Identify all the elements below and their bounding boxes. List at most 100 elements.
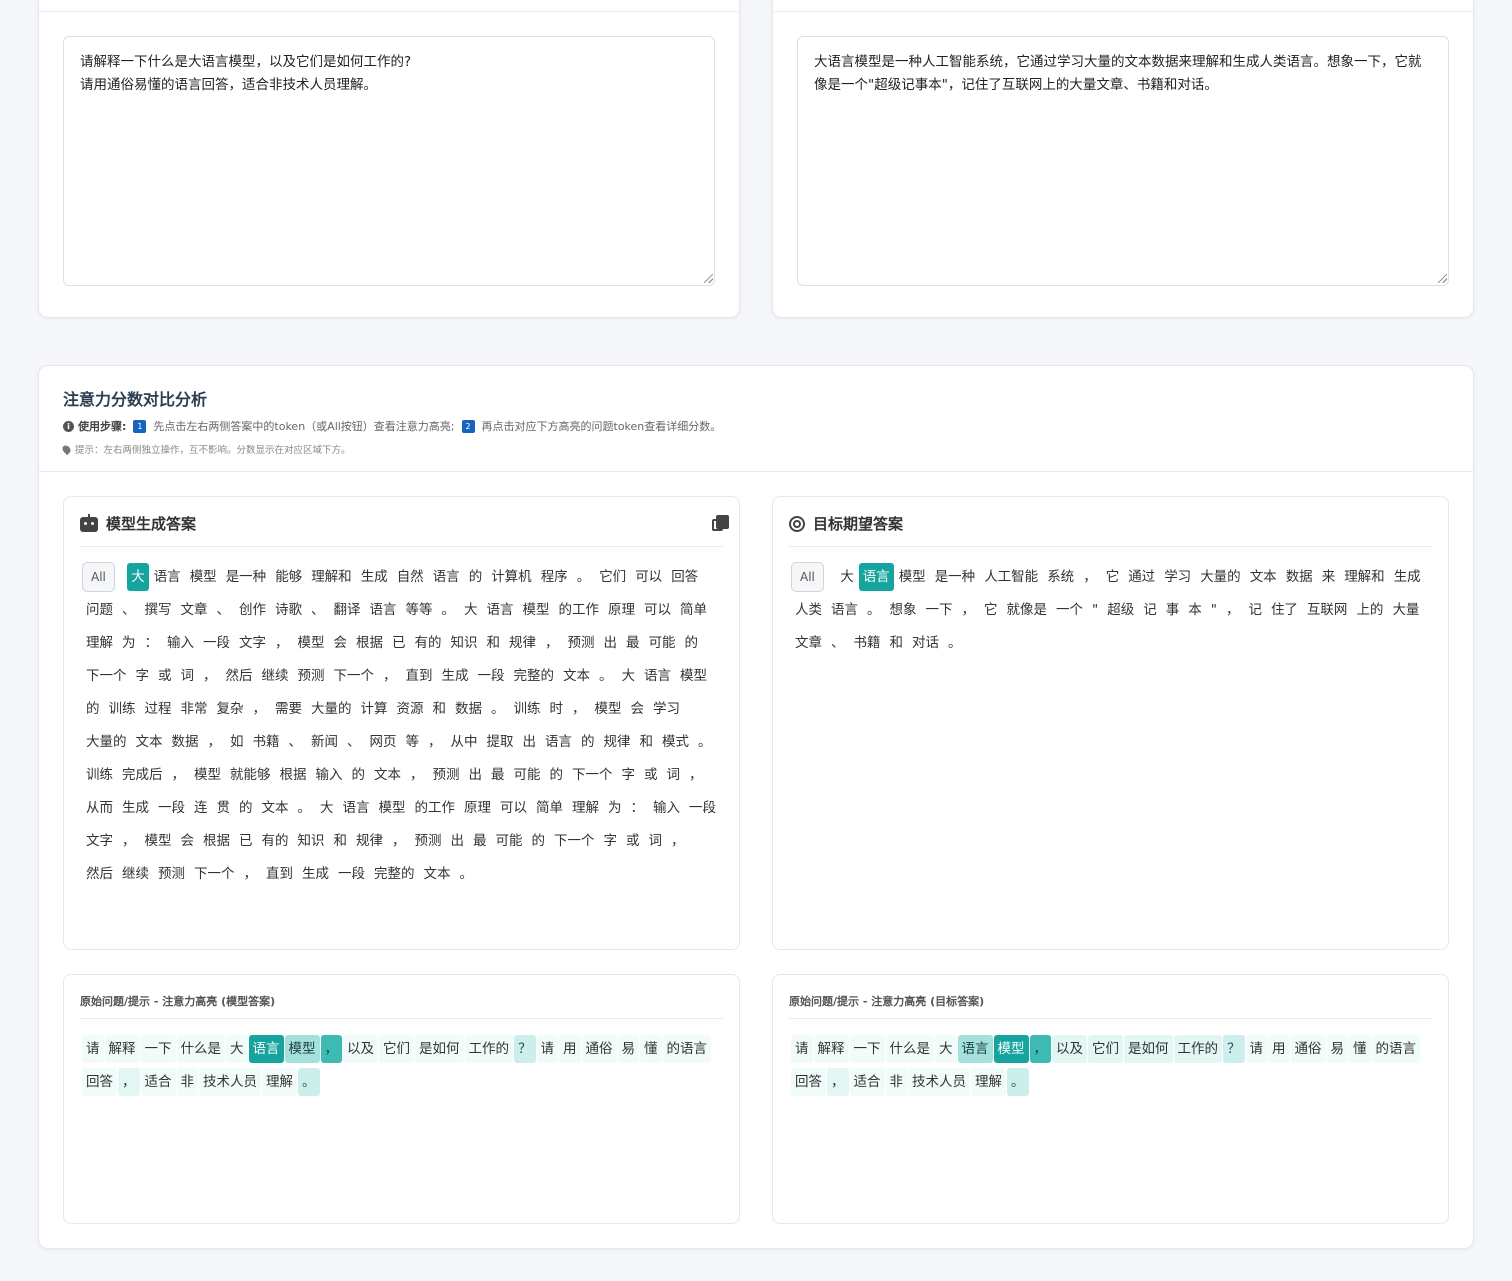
answer-token[interactable]: 理解和 — [1340, 563, 1389, 591]
answer-token[interactable]: 、 — [213, 596, 235, 624]
answer-token[interactable]: 从而 — [82, 794, 117, 822]
answer-token[interactable]: 模型 — [676, 662, 711, 690]
answer-token[interactable]: 书籍 — [249, 728, 284, 756]
answer-token[interactable]: 最 — [487, 761, 509, 789]
prompt-token[interactable]: 非 — [176, 1068, 198, 1096]
prompt-token[interactable]: 的语言 — [662, 1035, 711, 1063]
answer-token[interactable]: 会 — [627, 695, 649, 723]
answer-token[interactable]: 简单 — [532, 794, 567, 822]
answer-token[interactable]: 规律 — [352, 827, 387, 855]
prompt-token[interactable]: 什么是 — [176, 1035, 225, 1063]
answer-token[interactable]: 生成 — [357, 563, 392, 591]
prompt-token[interactable]: ， — [118, 1068, 140, 1096]
answer-token[interactable]: 复杂 — [213, 695, 248, 723]
answer-token[interactable]: 已 — [388, 629, 410, 657]
prompt-token[interactable]: 理解 — [262, 1068, 297, 1096]
answer-token[interactable]: 下一个 — [550, 827, 599, 855]
prompt-token[interactable]: 语言 — [248, 1035, 284, 1063]
answer-token[interactable]: 创作 — [235, 596, 270, 624]
answer-token[interactable]: 、 — [118, 596, 140, 624]
answer-token[interactable]: 根据 — [276, 761, 311, 789]
answer-token[interactable]: 和 — [886, 629, 908, 657]
answer-token[interactable]: 文本 — [420, 860, 455, 888]
answer-token[interactable]: 对话 — [908, 629, 943, 657]
answer-token[interactable]: 一段 — [474, 662, 509, 690]
answer-token[interactable]: 文本 — [370, 761, 405, 789]
prompt-token[interactable]: 懂 — [640, 1035, 662, 1063]
prompt-token[interactable]: 用 — [559, 1035, 581, 1063]
prompt-token[interactable]: 。 — [298, 1068, 320, 1096]
answer-token[interactable]: 继续 — [258, 662, 293, 690]
answer-token[interactable]: 理解 — [568, 794, 603, 822]
prompt-token[interactable]: ， — [827, 1068, 849, 1096]
answer-token[interactable]: 文章 — [791, 629, 826, 657]
answer-token[interactable]: 系统 — [1043, 563, 1078, 591]
answer-token[interactable]: ， — [685, 761, 707, 789]
answer-token[interactable]: 它们 — [595, 563, 630, 591]
answer-token[interactable]: 和 — [429, 695, 451, 723]
answer-token[interactable]: 非常 — [177, 695, 212, 723]
prompt-token[interactable]: 用 — [1268, 1035, 1290, 1063]
answer-token[interactable]: 输入 — [163, 629, 198, 657]
answer-token[interactable]: 的工作 — [555, 596, 604, 624]
prompt-token[interactable]: ， — [1029, 1035, 1051, 1063]
answer-token[interactable]: 语言 — [150, 563, 185, 591]
answer-token[interactable]: 的工作 — [411, 794, 460, 822]
answer-token[interactable]: 贯 — [213, 794, 235, 822]
answer-token[interactable]: 为 — [604, 794, 626, 822]
prompt-token[interactable]: ？ — [514, 1035, 536, 1063]
answer-token[interactable]: 是一种 — [222, 563, 271, 591]
answer-token[interactable]: 文字 — [82, 827, 117, 855]
answer-token[interactable]: 数据 — [1282, 563, 1317, 591]
prompt-token[interactable]: 解释 — [813, 1035, 849, 1063]
answer-token[interactable]: 一段 — [154, 794, 189, 822]
prompt-token[interactable]: 大 — [935, 1035, 957, 1063]
answer-token[interactable]: 模型 — [591, 695, 626, 723]
answer-token[interactable]: 可能 — [510, 761, 545, 789]
resize-handle-icon[interactable] — [1438, 274, 1447, 283]
answer-token[interactable]: 简单 — [676, 596, 711, 624]
answer-token[interactable]: 模型 — [519, 596, 554, 624]
answer-token[interactable]: 。 — [573, 563, 595, 591]
answer-token[interactable]: 语言 — [858, 563, 894, 591]
answer-token[interactable]: 语言 — [366, 596, 401, 624]
answer-token[interactable]: ， — [1079, 563, 1101, 591]
answer-token[interactable]: 模型 — [294, 629, 329, 657]
answer-token[interactable]: 一个 — [1052, 596, 1087, 624]
answer-token[interactable]: 预测 — [411, 827, 446, 855]
prompt-token[interactable]: 它们 — [379, 1035, 414, 1063]
answer-token[interactable]: 是一种 — [931, 563, 980, 591]
answer-token[interactable]: 输入 — [312, 761, 347, 789]
prompt-token[interactable]: 通俗 — [581, 1035, 617, 1063]
answer-token[interactable]: ， — [271, 629, 293, 657]
answer-token[interactable]: 文字 — [235, 629, 270, 657]
prompt-token[interactable]: 回答 — [82, 1068, 117, 1096]
answer-token[interactable]: 可以 — [496, 794, 531, 822]
prompt-token[interactable]: 请 — [536, 1035, 558, 1063]
answer-token[interactable]: 计算机 — [487, 563, 536, 591]
answer-token[interactable]: 它 — [1102, 563, 1124, 591]
answer-token[interactable]: 字 — [600, 827, 622, 855]
answer-token[interactable]: 它 — [980, 596, 1002, 624]
answer-token[interactable]: 大 — [316, 794, 338, 822]
prompt-token[interactable]: ， — [320, 1035, 342, 1063]
answer-token[interactable]: 。 — [863, 596, 885, 624]
answer-token[interactable]: 资源 — [393, 695, 428, 723]
answer-token[interactable]: 、 — [285, 728, 307, 756]
prompt-token[interactable]: 什么是 — [885, 1035, 934, 1063]
answer-token[interactable]: 的 — [577, 728, 599, 756]
answer-token[interactable]: 和 — [636, 728, 658, 756]
answer-token[interactable]: ， — [424, 728, 446, 756]
answer-token[interactable]: 提取 — [483, 728, 518, 756]
answer-token[interactable]: 大 — [618, 662, 640, 690]
prompt-token[interactable]: 理解 — [971, 1068, 1006, 1096]
answer-token[interactable]: 能够 — [271, 563, 306, 591]
answer-token[interactable]: 本 — [1184, 596, 1206, 624]
prompt-token[interactable]: 易 — [1326, 1035, 1348, 1063]
answer-token[interactable]: 理解 — [82, 629, 117, 657]
answer-token[interactable]: 大量 — [1388, 596, 1423, 624]
answer-token[interactable]: 有的 — [258, 827, 293, 855]
answer-token[interactable]: 模型 — [186, 563, 221, 591]
answer-token[interactable]: 会 — [330, 629, 352, 657]
answer-token[interactable]: 网页 — [366, 728, 401, 756]
